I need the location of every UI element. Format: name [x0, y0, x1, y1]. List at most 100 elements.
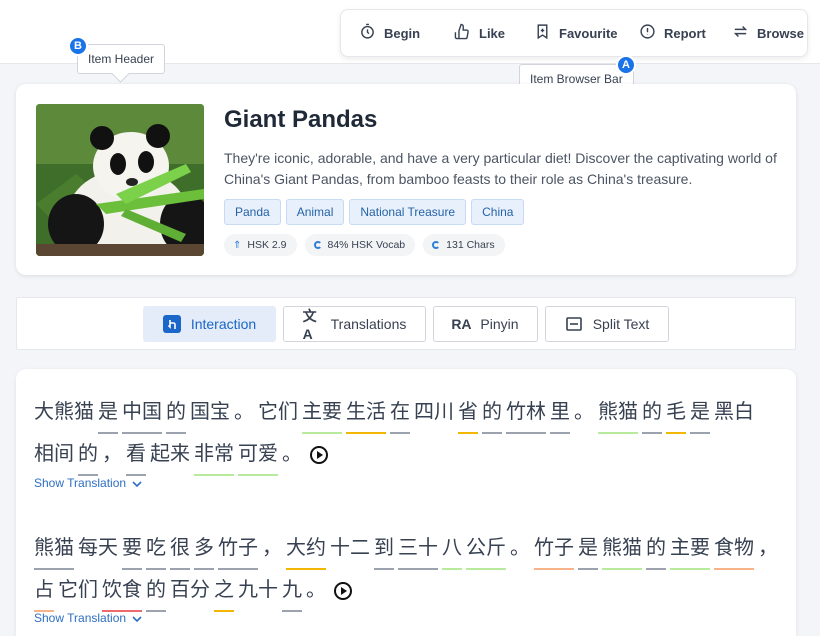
word[interactable]: 每天 — [78, 528, 118, 568]
tag-animal[interactable]: Animal — [285, 199, 345, 225]
view-mode-tabs: Interaction 文A Translations RA Pinyin Sp… — [16, 297, 796, 350]
like-label: Like — [479, 25, 506, 41]
pinyin-icon: RA — [451, 316, 472, 332]
word[interactable]: 十二 — [330, 528, 370, 568]
item-header-tooltip: Item Header — [77, 44, 166, 74]
play-audio-icon[interactable] — [310, 445, 328, 464]
play-audio-icon[interactable] — [334, 581, 352, 600]
word[interactable]: 熊猫 — [598, 392, 638, 434]
word: ， — [758, 535, 778, 559]
reading-text-card: 大熊猫是中国的国宝。它们 主要 生活在四川省的竹林里。熊猫的毛是黑白相间的，看起来非… — [16, 369, 796, 636]
word[interactable]: 黑白 — [714, 392, 754, 432]
word: 。 — [574, 399, 594, 423]
tab-pinyin[interactable]: RA Pinyin — [433, 306, 538, 342]
word[interactable]: 要 — [122, 528, 142, 570]
word[interactable]: 大约 — [286, 528, 326, 570]
word[interactable]: 饮食 — [102, 570, 142, 612]
show-translation-toggle-1[interactable]: Show Translation — [34, 476, 142, 490]
word[interactable]: 可爱 — [238, 434, 278, 476]
word[interactable]: 吃 — [146, 528, 166, 570]
word[interactable]: 之 — [214, 570, 234, 612]
word[interactable]: 起来 — [150, 434, 190, 474]
word[interactable]: 在 — [390, 392, 410, 434]
word[interactable]: 的 — [482, 392, 502, 434]
like-button[interactable]: Like — [454, 23, 534, 43]
word[interactable]: 的 — [146, 570, 166, 612]
word[interactable]: 熊猫 — [602, 528, 642, 570]
item-browser-bar: Begin Like Favourite Report Browse — [340, 9, 808, 57]
word[interactable]: 国宝 — [190, 392, 230, 432]
word[interactable]: 是 — [578, 528, 598, 570]
favourite-label: Favourite — [559, 25, 618, 41]
word[interactable]: 公斤 — [466, 528, 506, 570]
show-translation-toggle-2[interactable]: Show Translation — [34, 611, 142, 625]
tag-panda[interactable]: Panda — [224, 199, 281, 225]
word[interactable]: 看 — [126, 434, 146, 476]
word[interactable]: 八 — [442, 528, 462, 570]
tab-pinyin-label: Pinyin — [480, 316, 519, 332]
show-translation-label-1: Show Translation — [34, 476, 127, 490]
word[interactable]: 食物 — [714, 528, 754, 570]
thumbs-up-icon — [454, 23, 471, 43]
word[interactable]: 大熊猫 — [34, 392, 94, 432]
tag-national-treasure[interactable]: National Treasure — [349, 199, 467, 225]
tab-interaction[interactable]: Interaction — [143, 306, 276, 342]
begin-button[interactable]: Begin — [359, 23, 454, 43]
chevron-down-icon — [132, 611, 142, 625]
word[interactable]: 熊猫 — [34, 528, 74, 570]
word[interactable]: 竹林 — [506, 392, 546, 434]
word[interactable]: 是 — [690, 392, 710, 434]
paragraph-2: 熊猫 每天要吃很多竹子，大约 十二到三十八公斤。竹子是熊猫的主要 食物 ，占 它们 饮食的百… — [34, 528, 784, 612]
item-header: Giant Pandas They're iconic, adorable, a… — [16, 84, 796, 275]
word[interactable]: 到 — [374, 528, 394, 570]
word[interactable]: 四川 — [414, 392, 454, 432]
progress-ring-icon — [313, 241, 322, 249]
word[interactable]: 百分 — [170, 570, 210, 610]
report-button[interactable]: Report — [639, 23, 732, 43]
word[interactable]: 占 — [34, 570, 54, 612]
alert-circle-icon — [639, 23, 656, 43]
browse-button[interactable]: Browse — [732, 23, 804, 43]
tag-list: Panda Animal National Treasure China — [224, 199, 525, 225]
word[interactable]: 的 — [646, 528, 666, 570]
word[interactable]: 很 — [170, 528, 190, 570]
word[interactable]: 主要 — [302, 392, 342, 434]
begin-label: Begin — [384, 25, 421, 41]
word[interactable]: 三十 — [398, 528, 438, 570]
stat-chars-label: 131 Chars — [446, 239, 495, 251]
word[interactable]: 生活 — [346, 392, 386, 434]
word[interactable]: 的 — [642, 392, 662, 434]
stat-hsk-level: ⇑ HSK 2.9 — [224, 234, 297, 256]
word[interactable]: 的 — [78, 434, 98, 476]
tab-translations-label: Translations — [330, 316, 407, 332]
tab-translations[interactable]: 文A Translations — [283, 306, 426, 342]
word[interactable]: 是 — [98, 392, 118, 434]
tab-split-text[interactable]: Split Text — [545, 306, 669, 342]
badge-b: B — [68, 36, 88, 56]
paragraph-1: 大熊猫是中国的国宝。它们 主要 生活在四川省的竹林里。熊猫的毛是黑白相间的，看起来非… — [34, 392, 784, 476]
favourite-button[interactable]: Favourite — [534, 23, 639, 43]
touch-icon — [162, 315, 181, 333]
word[interactable]: 相间 — [34, 434, 74, 474]
word[interactable]: 中国 — [122, 392, 162, 434]
browse-label: Browse — [757, 25, 804, 41]
word[interactable]: 多 — [194, 528, 214, 570]
word[interactable]: 主要 — [670, 528, 710, 570]
word[interactable]: 九 — [282, 570, 302, 612]
tag-china[interactable]: China — [471, 199, 525, 225]
word[interactable]: 九十 — [238, 570, 278, 610]
stat-hsk-vocab-label: 84% HSK Vocab — [327, 239, 406, 251]
word[interactable]: 里 — [550, 392, 570, 434]
word[interactable]: 非常 — [194, 434, 234, 476]
word[interactable]: 竹子 — [534, 528, 574, 570]
word[interactable]: 它们 — [58, 570, 98, 610]
progress-ring-icon — [432, 241, 441, 249]
word[interactable]: 竹子 — [218, 528, 258, 570]
word[interactable]: 的 — [166, 392, 186, 434]
report-label: Report — [664, 25, 706, 41]
translate-icon: 文A — [302, 308, 317, 342]
word[interactable]: 毛 — [666, 392, 686, 434]
stat-chars: 131 Chars — [423, 234, 505, 256]
word[interactable]: 它们 — [258, 392, 298, 432]
word[interactable]: 省 — [458, 392, 478, 434]
